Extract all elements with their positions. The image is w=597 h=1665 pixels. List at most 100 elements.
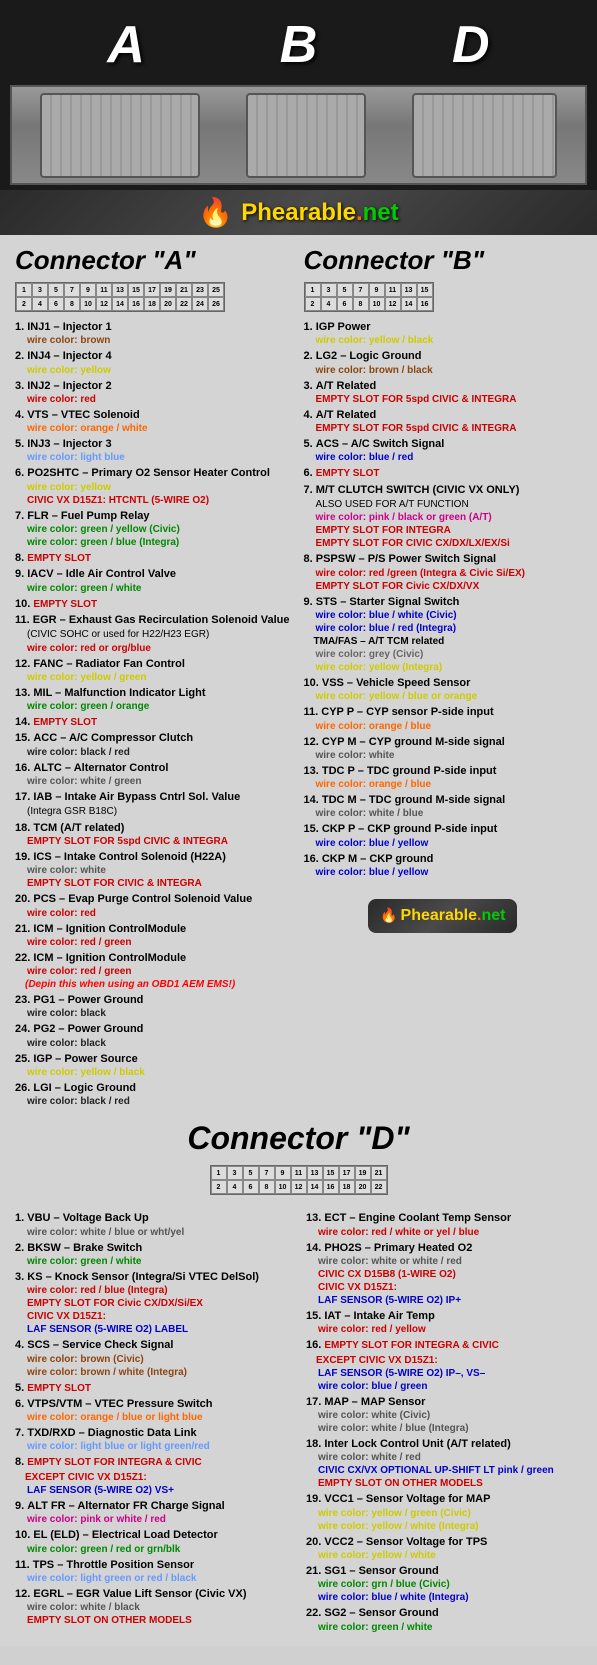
list-item: 15. ACC – A/C Compressor Clutch wire col…: [15, 731, 294, 758]
list-item: 2. BKSW – Brake Switch wire color: green…: [15, 1241, 291, 1268]
logo-text: Phearable.net: [241, 199, 398, 227]
pin-row-a-odd: 1 3 5 7 9 11 13 15 17 19 21 23 25: [16, 283, 224, 297]
list-item: 21. SG1 – Sensor Ground wire color: grn …: [306, 1564, 582, 1604]
label-a: A: [107, 15, 145, 75]
label-b: B: [280, 15, 318, 75]
connector-d-cols: 1. VBU – Voltage Back Up wire color: whi…: [15, 1211, 582, 1635]
list-item: 4. A/T Related EMPTY SLOT FOR 5spd CIVIC…: [304, 408, 583, 435]
list-item: 16. CKP M – CKP ground wire color: blue …: [304, 852, 583, 879]
list-item: 4. SCS – Service Check Signal wire color…: [15, 1338, 291, 1378]
list-item: 24. PG2 – Power Ground wire color: black: [15, 1022, 294, 1049]
list-item: 3. KS – Knock Sensor (Integra/Si VTEC De…: [15, 1270, 291, 1336]
list-item: 14. TDC M – TDC ground M-side signal wir…: [304, 793, 583, 820]
logo-bar: 🔥 Phearable.net: [0, 190, 597, 235]
connector-labels: A B D: [0, 10, 597, 80]
list-item: 8. EMPTY SLOT: [15, 551, 294, 565]
list-item: 23. PG1 – Power Ground wire color: black: [15, 993, 294, 1020]
list-item: 7. TXD/RXD – Diagnostic Data Link wire c…: [15, 1426, 291, 1453]
connector-image: [10, 85, 587, 185]
list-item: 11. TPS – Throttle Position Sensor wire …: [15, 1558, 291, 1585]
list-item: 19. VCC1 – Sensor Voltage for MAP wire c…: [306, 1492, 582, 1532]
connector-d-section: Connector "D" 1 3 5 7 9 11 13 15 17 19 2…: [15, 1120, 582, 1635]
list-item: 12. CYP M – CYP ground M-side signal wir…: [304, 735, 583, 762]
list-item: 25. IGP – Power Source wire color: yello…: [15, 1052, 294, 1079]
list-item: 10. EL (ELD) – Electrical Load Detector …: [15, 1528, 291, 1555]
list-item: 5. INJ3 – Injector 3 wire color: light b…: [15, 437, 294, 464]
list-item: 17. IAB – Intake Air Bypass Cntrl Sol. V…: [15, 790, 294, 819]
connector-d-right: 13. ECT – Engine Coolant Temp Sensor wir…: [306, 1211, 582, 1635]
list-item: 6. EMPTY SLOT: [304, 466, 583, 480]
list-item: 11. EGR – Exhaust Gas Recirculation Sole…: [15, 613, 294, 655]
list-item: 14. PHO2S – Primary Heated O2 wire color…: [306, 1241, 582, 1307]
list-item: 21. ICM – Ignition ControlModule wire co…: [15, 922, 294, 949]
connector-b-title: Connector "B": [304, 245, 583, 276]
pin-row-d-odd: 1 3 5 7 9 11 13 15 17 19 21: [211, 1166, 387, 1180]
list-item: 13. MIL – Malfunction Indicator Light wi…: [15, 686, 294, 713]
list-item: 1. IGP Power wire color: yellow / black: [304, 320, 583, 347]
connector-d-pins-wrapper: 1 3 5 7 9 11 13 15 17 19 21 2 4 6 8: [15, 1165, 582, 1203]
header: A B D 🔥 Phearable.net: [0, 0, 597, 235]
list-item: 3. INJ2 – Injector 2 wire color: red: [15, 379, 294, 406]
list-item: 20. PCS – Evap Purge Control Solenoid Va…: [15, 892, 294, 919]
list-item: 12. EGRL – EGR Value Lift Sensor (Civic …: [15, 1587, 291, 1627]
list-item: 7. FLR – Fuel Pump Relay wire color: gre…: [15, 509, 294, 549]
connector-d-title: Connector "D": [15, 1120, 582, 1157]
list-item: 4. VTS – VTEC Solenoid wire color: orang…: [15, 408, 294, 435]
list-item: 15. CKP P – CKP ground P-side input wire…: [304, 822, 583, 849]
connector-d-list-left: 1. VBU – Voltage Back Up wire color: whi…: [15, 1211, 291, 1627]
pin-row-a-even: 2 4 6 8 10 12 14 16 18 20 22 24 26: [16, 297, 224, 311]
list-item: 19. ICS – Intake Control Solenoid (H22A)…: [15, 850, 294, 890]
label-d: D: [452, 15, 490, 75]
list-item: 18. TCM (A/T related) EMPTY SLOT FOR 5sp…: [15, 821, 294, 848]
connector-a-section: Connector "A" 1 3 5 7 9 11 13 15 17 19 2…: [15, 245, 294, 1110]
connector-d-left: 1. VBU – Voltage Back Up wire color: whi…: [15, 1211, 291, 1635]
list-item: 3. A/T Related EMPTY SLOT FOR 5spd CIVIC…: [304, 379, 583, 406]
list-item: 15. IAT – Intake Air Temp wire color: re…: [306, 1309, 582, 1336]
list-item: 9. IACV – Idle Air Control Valve wire co…: [15, 567, 294, 594]
list-item: 9. STS – Starter Signal Switch wire colo…: [304, 595, 583, 674]
list-item: 22. ICM – Ignition ControlModule wire co…: [15, 951, 294, 991]
list-item: 1. INJ1 – Injector 1 wire color: brown: [15, 320, 294, 347]
connector-block-a: [40, 93, 200, 178]
list-item: 12. FANC – Radiator Fan Control wire col…: [15, 657, 294, 684]
connectors-ab: Connector "A" 1 3 5 7 9 11 13 15 17 19 2…: [15, 245, 582, 1110]
connector-b-section: Connector "B" 1 3 5 7 9 11 13 15 2 4 6 8: [304, 245, 583, 1110]
connector-d-list-right: 13. ECT – Engine Coolant Temp Sensor wir…: [306, 1211, 582, 1633]
list-item: 18. Inter Lock Control Unit (A/T related…: [306, 1437, 582, 1490]
list-item: 8. EMPTY SLOT FOR INTEGRA & CIVIC EXCEPT…: [15, 1455, 291, 1497]
pin-row-d-even: 2 4 6 8 10 12 14 16 18 20 22: [211, 1180, 387, 1194]
list-item: 26. LGI – Logic Ground wire color: black…: [15, 1081, 294, 1108]
list-item: 20. VCC2 – Sensor Voltage for TPS wire c…: [306, 1535, 582, 1562]
main-content: Connector "A" 1 3 5 7 9 11 13 15 17 19 2…: [0, 235, 597, 1646]
list-item: 10. EMPTY SLOT: [15, 597, 294, 611]
list-item: 7. M/T CLUTCH SWITCH (CIVIC VX ONLY) ALS…: [304, 483, 583, 551]
list-item: 2. INJ4 – Injector 4 wire color: yellow: [15, 349, 294, 376]
list-item: 22. SG2 – Sensor Ground wire color: gree…: [306, 1606, 582, 1633]
list-item: 16. EMPTY SLOT FOR INTEGRA & CIVIC EXCEP…: [306, 1338, 582, 1393]
connector-block-b: [246, 93, 366, 178]
list-item: 8. PSPSW – P/S Power Switch Signal wire …: [304, 552, 583, 592]
list-item: 16. ALTC – Alternator Control wire color…: [15, 761, 294, 788]
pin-row-b-odd: 1 3 5 7 9 11 13 15: [305, 283, 433, 297]
list-item: 10. VSS – Vehicle Speed Sensor wire colo…: [304, 676, 583, 703]
list-item: 13. ECT – Engine Coolant Temp Sensor wir…: [306, 1211, 582, 1238]
connector-b-list: 1. IGP Power wire color: yellow / black …: [304, 320, 583, 879]
list-item: 5. EMPTY SLOT: [15, 1381, 291, 1395]
list-item: 11. CYP P – CYP sensor P-side input wire…: [304, 705, 583, 732]
pin-row-b-even: 2 4 6 8 10 12 14 16: [305, 297, 433, 311]
list-item: 9. ALT FR – Alternator FR Charge Signal …: [15, 1499, 291, 1526]
connector-a-pins: 1 3 5 7 9 11 13 15 17 19 21 23 25 2 4: [15, 282, 225, 312]
connector-a-list: 1. INJ1 – Injector 1 wire color: brown 2…: [15, 320, 294, 1108]
list-item: 6. PO2SHTC – Primary O2 Sensor Heater Co…: [15, 466, 294, 506]
list-item: 2. LG2 – Logic Ground wire color: brown …: [304, 349, 583, 376]
connector-a-title: Connector "A": [15, 245, 294, 276]
list-item: 6. VTPS/VTM – VTEC Pressure Switch wire …: [15, 1397, 291, 1424]
connector-b-pins: 1 3 5 7 9 11 13 15 2 4 6 8 10 12 14: [304, 282, 434, 312]
list-item: 1. VBU – Voltage Back Up wire color: whi…: [15, 1211, 291, 1238]
list-item: 13. TDC P – TDC ground P-side input wire…: [304, 764, 583, 791]
connector-d-pins: 1 3 5 7 9 11 13 15 17 19 21 2 4 6 8: [210, 1165, 388, 1195]
list-item: 14. EMPTY SLOT: [15, 715, 294, 729]
list-item: 17. MAP – MAP Sensor wire color: white (…: [306, 1395, 582, 1435]
connector-block-d: [412, 93, 557, 178]
list-item: 5. ACS – A/C Switch Signal wire color: b…: [304, 437, 583, 464]
